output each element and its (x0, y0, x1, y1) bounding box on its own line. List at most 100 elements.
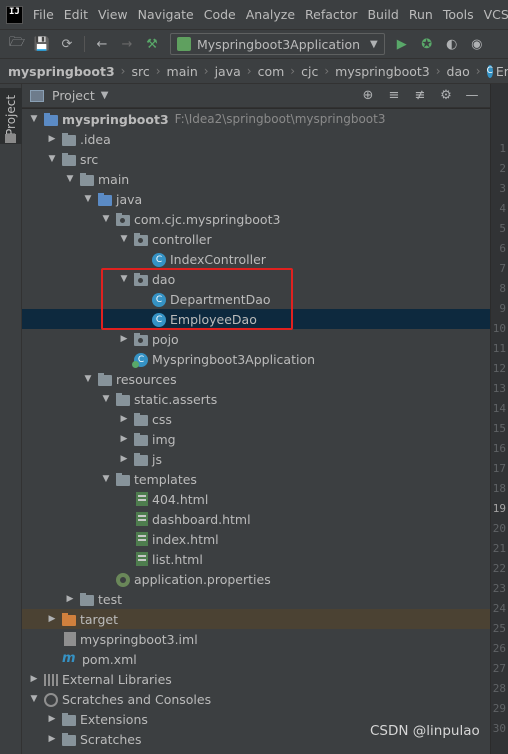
tree-node-application-class[interactable]: C Myspringboot3Application (22, 349, 490, 369)
tree-node-img[interactable]: ▶ img (22, 429, 490, 449)
debug-icon[interactable]: ✪ (419, 36, 435, 52)
tree-node-index-controller[interactable]: C IndexController (22, 249, 490, 269)
breadcrumb-separator-icon: › (290, 64, 296, 78)
tree-node-css[interactable]: ▶ css (22, 409, 490, 429)
chevron-down-icon[interactable]: ▼ (118, 233, 130, 245)
chevron-down-icon[interactable]: ▼ (101, 90, 109, 101)
chevron-down-icon[interactable]: ▼ (100, 473, 112, 485)
project-view-icon (30, 89, 44, 102)
chevron-down-icon[interactable]: ▼ (100, 213, 112, 225)
chevron-down-icon[interactable]: ▼ (118, 273, 130, 285)
breadcrumb-item[interactable]: cjc (301, 64, 318, 79)
chevron-right-icon[interactable]: ▶ (118, 413, 130, 425)
breadcrumb-item[interactable]: java (215, 64, 241, 79)
menu-navigate[interactable]: Navigate (138, 7, 194, 22)
menu-vcs[interactable]: VCS (484, 7, 508, 22)
run-configuration-select[interactable]: Myspringboot3Application ▼ (170, 33, 385, 55)
tree-node-employee-dao[interactable]: C EmployeeDao (22, 309, 490, 329)
tree-node-test[interactable]: ▶ test (22, 589, 490, 609)
chevron-down-icon[interactable]: ▼ (82, 193, 94, 205)
chevron-down-icon[interactable]: ▼ (46, 153, 58, 165)
tree-node-department-dao[interactable]: C DepartmentDao (22, 289, 490, 309)
folder-open-icon[interactable]: 🗁 (9, 35, 25, 52)
tree-node-static-assets[interactable]: ▼ static.asserts (22, 389, 490, 409)
tree-node-idea[interactable]: ▶ .idea (22, 129, 490, 149)
tree-node-index-html[interactable]: index.html (22, 529, 490, 549)
breadcrumb-item[interactable]: Employ (496, 64, 508, 79)
forward-icon[interactable]: → (119, 36, 135, 52)
chevron-right-icon[interactable]: ▶ (46, 733, 58, 745)
chevron-right-icon[interactable]: ▶ (118, 333, 130, 345)
chevron-right-icon[interactable]: ▶ (64, 593, 76, 605)
back-icon[interactable]: ← (94, 36, 110, 52)
chevron-right-icon[interactable]: ▶ (28, 673, 40, 685)
hammer-icon[interactable]: ⚒ (144, 36, 160, 52)
menu-analyze[interactable]: Analyze (246, 7, 295, 22)
chevron-down-icon[interactable]: ▼ (100, 393, 112, 405)
tree-node-src[interactable]: ▼ src (22, 149, 490, 169)
tree-node-main[interactable]: ▼ main (22, 169, 490, 189)
module-folder-icon (44, 113, 58, 126)
tree-node-pojo[interactable]: ▶ pojo (22, 329, 490, 349)
tree-node-iml[interactable]: myspringboot3.iml (22, 629, 490, 649)
tree-node-resources[interactable]: ▼ resources (22, 369, 490, 389)
tree-node-templates[interactable]: ▼ templates (22, 469, 490, 489)
gear-icon[interactable]: ⚙ (438, 88, 454, 104)
tree-node-controller[interactable]: ▼ controller (22, 229, 490, 249)
tree-node-label: static.asserts (134, 391, 218, 407)
chevron-right-icon[interactable]: ▶ (46, 613, 58, 625)
folder-icon (62, 713, 76, 726)
tree-node-package[interactable]: ▼ com.cjc.myspringboot3 (22, 209, 490, 229)
tree-node-java[interactable]: ▼ java (22, 189, 490, 209)
tree-node-dashboard-html[interactable]: dashboard.html (22, 509, 490, 529)
locate-icon[interactable]: ⊕ (360, 88, 376, 104)
breadcrumb-separator-icon: › (475, 64, 481, 78)
breadcrumb-item[interactable]: dao (447, 64, 470, 79)
tree-node-dao[interactable]: ▼ dao (22, 269, 490, 289)
tree-node-pom[interactable]: m pom.xml (22, 649, 490, 669)
save-icon[interactable]: 💾 (34, 36, 50, 52)
breadcrumb-item[interactable]: src (131, 64, 149, 79)
tree-node-label: index.html (152, 531, 219, 547)
chevron-down-icon[interactable]: ▼ (28, 693, 40, 705)
tree-node-404-html[interactable]: 404.html (22, 489, 490, 509)
chevron-right-icon[interactable]: ▶ (118, 433, 130, 445)
menu-edit[interactable]: Edit (64, 7, 88, 22)
package-icon (116, 213, 130, 226)
coverage-icon[interactable]: ◐ (444, 36, 460, 52)
collapse-all-icon[interactable]: ≢ (412, 88, 428, 104)
menu-build[interactable]: Build (367, 7, 398, 22)
expand-all-icon[interactable]: ≡ (386, 88, 402, 104)
chevron-right-icon[interactable]: ▶ (118, 453, 130, 465)
menu-view[interactable]: View (98, 7, 128, 22)
breadcrumb-item[interactable]: myspringboot3 (8, 64, 115, 79)
profile-icon[interactable]: ◉ (469, 36, 485, 52)
tree-node-target[interactable]: ▶ target (22, 609, 490, 629)
tree-node-label: img (152, 431, 176, 447)
tree-node-scratches-consoles[interactable]: ▼ Scratches and Consoles (22, 689, 490, 709)
breadcrumb-item[interactable]: main (167, 64, 198, 79)
breadcrumb-item[interactable]: myspringboot3 (335, 64, 430, 79)
class-icon: C (152, 252, 166, 267)
sync-icon[interactable]: ⟳ (59, 36, 75, 52)
breadcrumb-item[interactable]: com (258, 64, 285, 79)
menu-code[interactable]: Code (204, 7, 236, 22)
menu-run[interactable]: Run (409, 7, 433, 22)
chevron-right-icon[interactable]: ▶ (46, 713, 58, 725)
menu-refactor[interactable]: Refactor (305, 7, 357, 22)
menu-tools[interactable]: Tools (443, 7, 474, 22)
chevron-down-icon[interactable]: ▼ (64, 173, 76, 185)
tree-node-external-libraries[interactable]: ▶ External Libraries (22, 669, 490, 689)
tree-node-application-properties[interactable]: application.properties (22, 569, 490, 589)
watermark: CSDN @linpulao (370, 723, 480, 739)
chevron-down-icon[interactable]: ▼ (82, 373, 94, 385)
chevron-right-icon[interactable]: ▶ (46, 133, 58, 145)
tree-node-js[interactable]: ▶ js (22, 449, 490, 469)
tree-node-list-html[interactable]: list.html (22, 549, 490, 569)
run-icon[interactable]: ▶ (394, 36, 410, 52)
minimize-icon[interactable]: — (464, 88, 480, 104)
chevron-down-icon[interactable]: ▼ (28, 113, 40, 125)
menu-file[interactable]: File (33, 7, 54, 22)
tree-node-root[interactable]: ▼ myspringboot3 F:\Idea2\springboot\mysp… (22, 109, 490, 129)
panel-title[interactable]: Project (52, 88, 95, 103)
